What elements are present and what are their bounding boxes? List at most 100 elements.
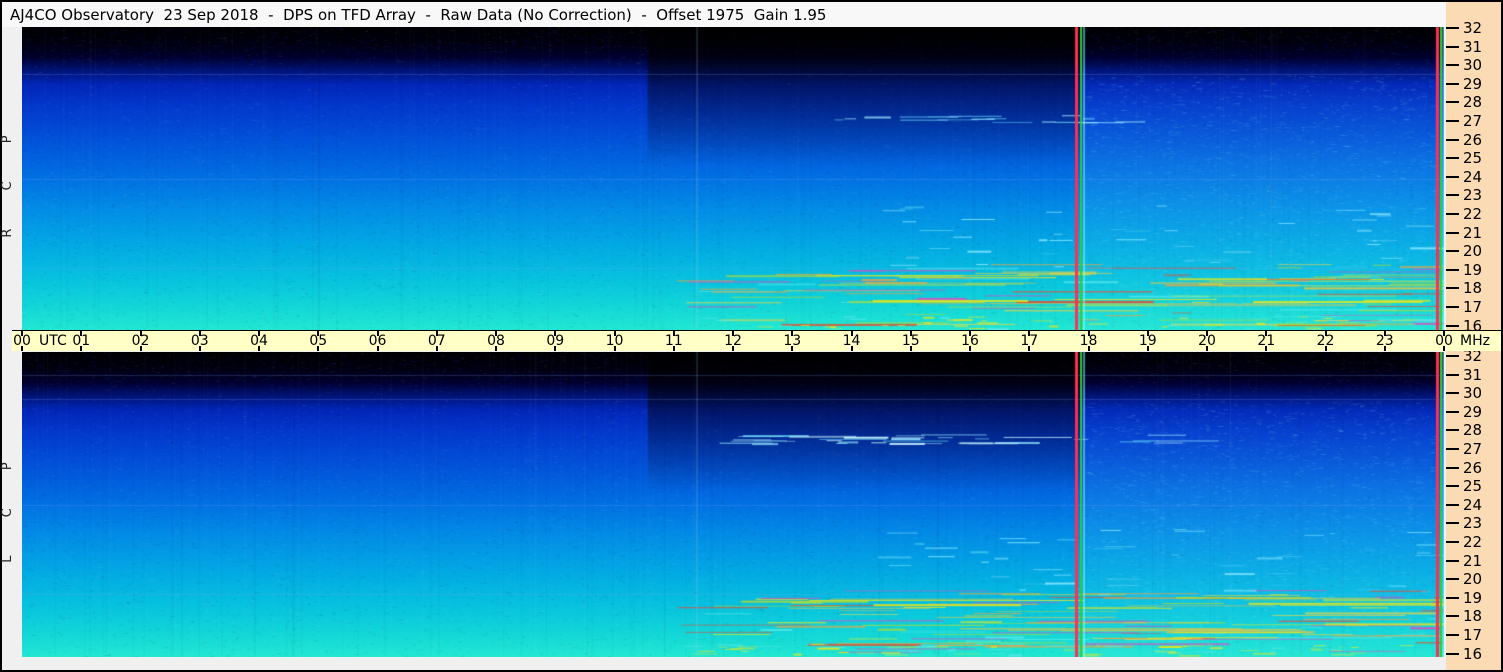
time-tick-label: 19: [1138, 333, 1157, 349]
freq-tick-label: 23: [1463, 186, 1483, 205]
time-tick-label: 00: [1435, 333, 1453, 349]
utc-unit-label: UTC: [39, 333, 67, 349]
freq-tick: [1446, 213, 1459, 215]
freq-tick: [1446, 429, 1459, 432]
freq-tick-label: 29: [1463, 402, 1483, 421]
freq-tick-label: 28: [1463, 93, 1483, 112]
freq-tick: [1446, 652, 1459, 655]
freq-tick: [1446, 355, 1459, 357]
freq-tick: [1446, 45, 1459, 48]
freq-tick-label: 30: [1463, 384, 1483, 403]
freq-tick-label: 23: [1463, 514, 1483, 533]
freq-tick-label: 22: [1463, 533, 1483, 551]
freq-tick: [1446, 175, 1459, 178]
freq-tick: [1446, 541, 1459, 543]
freq-tick-label: 26: [1463, 458, 1483, 477]
freq-tick-label: 25: [1463, 477, 1483, 496]
freq-tick: [1446, 64, 1459, 67]
freq-tick: [1446, 615, 1459, 618]
freq-tick-label: 25: [1463, 149, 1483, 168]
freq-tick: [1446, 101, 1459, 104]
time-tick-label: 07: [427, 333, 446, 349]
time-tick-label: 18: [1079, 333, 1098, 349]
freq-tick: [1446, 268, 1459, 271]
freq-tick-label: 18: [1463, 607, 1483, 626]
freq-tick-label: 31: [1463, 37, 1483, 56]
freq-tick-label: 19: [1463, 260, 1483, 279]
time-tick-label: 15: [901, 333, 920, 349]
freq-tick: [1446, 120, 1459, 122]
freq-tick-label: 30: [1463, 56, 1483, 75]
freq-tick: [1446, 466, 1459, 469]
time-tick-label: 13: [783, 333, 802, 349]
freq-tick: [1446, 82, 1459, 85]
lcp-polarization-label: L C P: [0, 445, 15, 563]
freq-tick: [1446, 634, 1459, 636]
time-tick-label: 10: [605, 333, 624, 349]
dps-display-window: AJ4CO Observatory 23 Sep 2018 - DPS on T…: [0, 0, 1503, 672]
time-tick-label: 17: [1020, 333, 1039, 349]
freq-tick: [1446, 324, 1459, 327]
title-bar: AJ4CO Observatory 23 Sep 2018 - DPS on T…: [2, 2, 1446, 27]
freq-tick-label: 19: [1463, 588, 1483, 607]
spectrogram-lcp: [22, 352, 1444, 657]
time-tick-label: 11: [664, 333, 683, 349]
freq-tick: [1446, 392, 1459, 395]
freq-tick: [1446, 596, 1459, 599]
time-tick-label: 02: [131, 333, 150, 349]
time-tick-label: 14: [842, 333, 861, 349]
time-tick-label: 23: [1375, 333, 1394, 349]
freq-tick-label: 29: [1463, 74, 1483, 93]
freq-tick-label: 20: [1463, 570, 1483, 589]
time-tick-label: 21: [1257, 333, 1276, 349]
freq-tick: [1446, 194, 1459, 197]
freq-tick-label: 32: [1463, 19, 1483, 37]
rcp-polarization-label: R C P: [0, 118, 15, 238]
freq-tick: [1446, 578, 1459, 581]
time-tick-label: 00: [13, 333, 31, 349]
freq-tick-label: 22: [1463, 205, 1483, 223]
freq-tick: [1446, 231, 1459, 234]
freq-tick-label: 31: [1463, 365, 1483, 384]
time-tick-label: 16: [961, 333, 979, 349]
spectrogram-rcp: [22, 27, 1444, 330]
freq-tick: [1446, 559, 1459, 562]
freq-tick-label: 18: [1463, 279, 1483, 298]
freq-tick: [1446, 503, 1459, 506]
freq-tick-label: 24: [1463, 167, 1483, 186]
time-tick-label: 06: [368, 333, 387, 349]
freq-tick-label: 27: [1463, 440, 1483, 458]
freq-tick: [1446, 373, 1459, 376]
freq-tick: [1446, 410, 1459, 413]
time-tick-label: 12: [724, 333, 742, 349]
freq-tick-label: 26: [1463, 130, 1483, 149]
freq-tick: [1446, 485, 1459, 488]
freq-tick: [1446, 306, 1459, 308]
time-tick-label: 22: [1316, 333, 1335, 349]
freq-tick-label: 21: [1463, 223, 1483, 242]
time-tick-label: 01: [72, 333, 91, 349]
freq-tick-label: 24: [1463, 495, 1483, 514]
freq-tick: [1446, 27, 1459, 29]
freq-tick: [1446, 287, 1459, 290]
freq-tick-label: 21: [1463, 551, 1483, 570]
time-tick-label: 09: [546, 333, 565, 349]
mhz-unit-label: MHz: [1460, 333, 1490, 349]
page-title: AJ4CO Observatory 23 Sep 2018 - DPS on T…: [10, 5, 827, 24]
freq-tick: [1446, 250, 1459, 253]
time-tick-label: 20: [1198, 333, 1216, 349]
freq-tick-label: 20: [1463, 242, 1483, 261]
time-tick-label: 05: [309, 333, 328, 349]
freq-tick-label: 27: [1463, 112, 1483, 130]
freq-tick: [1446, 157, 1459, 160]
time-tick-label: 03: [190, 333, 209, 349]
freq-tick-label: 16: [1463, 644, 1483, 663]
freq-tick: [1446, 448, 1459, 450]
freq-tick-label: 17: [1463, 298, 1483, 316]
time-tick-label: 08: [487, 333, 505, 349]
time-axis: UTC MHz 00 01 02 03 04 05 06 07 08 09 10 11 12 13 14 15…: [12, 330, 1501, 351]
freq-tick: [1446, 138, 1459, 141]
freq-tick: [1446, 522, 1459, 525]
freq-tick-label: 17: [1463, 626, 1483, 644]
freq-tick-label: 28: [1463, 421, 1483, 440]
